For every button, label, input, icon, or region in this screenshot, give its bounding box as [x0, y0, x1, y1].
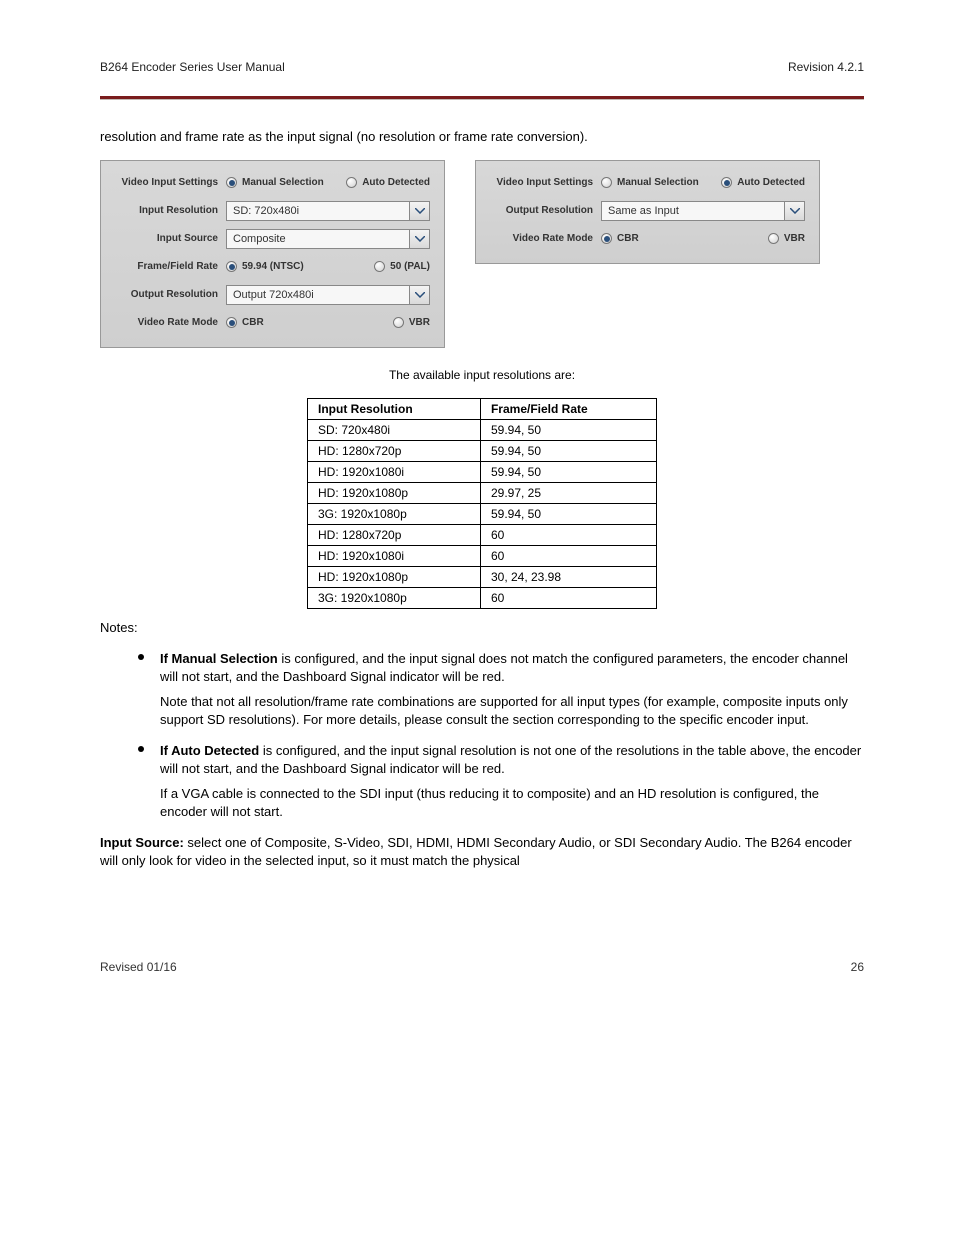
- table-cell: 60: [480, 545, 656, 566]
- auto-detected-panel: Video Input Settings Manual Selection Au…: [475, 160, 820, 264]
- settings-panels-row: Video Input Settings Manual Selection Au…: [100, 160, 864, 348]
- list-item: If Manual Selection is configured, and t…: [134, 650, 864, 728]
- notes-label: Notes:: [100, 619, 864, 637]
- vbr-radio[interactable]: VBR: [768, 233, 805, 244]
- table-row: 3G: 1920x1080p59.94, 50: [308, 503, 657, 524]
- footer-date: Revised 01/16: [100, 960, 177, 974]
- video-input-settings-label: Video Input Settings: [486, 177, 601, 188]
- chevron-down-icon[interactable]: [410, 229, 430, 249]
- table-row: HD: 1280x720p59.94, 50: [308, 440, 657, 461]
- table-cell: HD: 1920x1080i: [308, 545, 481, 566]
- note-auto-extra: If a VGA cable is connected to the SDI i…: [160, 786, 819, 819]
- chevron-down-icon[interactable]: [410, 285, 430, 305]
- radio-selected-icon: [226, 317, 237, 328]
- col-input-resolution: Input Resolution: [308, 398, 481, 419]
- radio-icon: [768, 233, 779, 244]
- radio-selected-icon: [226, 261, 237, 272]
- table-cell: 60: [480, 587, 656, 608]
- chevron-down-icon[interactable]: [785, 201, 805, 221]
- input-resolutions-table: Input Resolution Frame/Field Rate SD: 72…: [307, 398, 657, 609]
- cbr-radio[interactable]: CBR: [226, 317, 264, 328]
- table-row: HD: 1920x1080p29.97, 25: [308, 482, 657, 503]
- table-cell: HD: 1280x720p: [308, 524, 481, 545]
- list-item: If Auto Detected is configured, and the …: [134, 742, 864, 820]
- col-frame-field-rate: Frame/Field Rate: [480, 398, 656, 419]
- output-resolution-select[interactable]: Same as Input: [601, 201, 785, 221]
- input-source-label: Input Source: [111, 233, 226, 244]
- manual-selection-radio[interactable]: Manual Selection: [601, 177, 699, 188]
- radio-selected-icon: [226, 177, 237, 188]
- table-cell: HD: 1920x1080p: [308, 566, 481, 587]
- radio-selected-icon: [721, 177, 732, 188]
- table-row: 3G: 1920x1080p60: [308, 587, 657, 608]
- radio-icon: [393, 317, 404, 328]
- table-cell: 59.94, 50: [480, 440, 656, 461]
- vbr-radio[interactable]: VBR: [393, 317, 430, 328]
- table-cell: HD: 1920x1080i: [308, 461, 481, 482]
- radio-icon: [346, 177, 357, 188]
- frame-field-rate-label: Frame/Field Rate: [111, 261, 226, 272]
- header-divider: [100, 96, 864, 100]
- table-cell: 3G: 1920x1080p: [308, 587, 481, 608]
- table-cell: 29.97, 25: [480, 482, 656, 503]
- table-cell: 59.94, 50: [480, 503, 656, 524]
- table-row: HD: 1280x720p60: [308, 524, 657, 545]
- note-manual-extra: Note that not all resolution/frame rate …: [160, 694, 848, 727]
- manual-selection-radio[interactable]: Manual Selection: [226, 177, 324, 188]
- note-auto-detected: If Auto Detected is configured, and the …: [160, 743, 861, 776]
- video-input-settings-label: Video Input Settings: [111, 177, 226, 188]
- notes-list: If Manual Selection is configured, and t…: [134, 650, 864, 820]
- table-cell: 3G: 1920x1080p: [308, 503, 481, 524]
- ntsc-radio[interactable]: 59.94 (NTSC): [226, 261, 304, 272]
- input-source-paragraph: Input Source: select one of Composite, S…: [100, 834, 864, 869]
- table-cell: 59.94, 50: [480, 461, 656, 482]
- table-caption: The available input resolutions are:: [100, 368, 864, 382]
- output-resolution-label: Output Resolution: [111, 289, 226, 300]
- chevron-down-icon[interactable]: [410, 201, 430, 221]
- radio-icon: [601, 177, 612, 188]
- output-resolution-select[interactable]: Output 720x480i: [226, 285, 410, 305]
- intro-paragraph: resolution and frame rate as the input s…: [100, 128, 864, 146]
- table-row: SD: 720x480i59.94, 50: [308, 419, 657, 440]
- input-resolution-select[interactable]: SD: 720x480i: [226, 201, 410, 221]
- radio-icon: [374, 261, 385, 272]
- table-cell: HD: 1920x1080p: [308, 482, 481, 503]
- cbr-radio[interactable]: CBR: [601, 233, 639, 244]
- input-resolution-label: Input Resolution: [111, 205, 226, 216]
- doc-revision: Revision 4.2.1: [788, 60, 864, 74]
- note-manual-selection: If Manual Selection is configured, and t…: [160, 651, 848, 684]
- table-cell: 30, 24, 23.98: [480, 566, 656, 587]
- video-rate-mode-label: Video Rate Mode: [111, 317, 226, 328]
- output-resolution-label: Output Resolution: [486, 205, 601, 216]
- manual-selection-panel: Video Input Settings Manual Selection Au…: [100, 160, 445, 348]
- table-row: HD: 1920x1080i59.94, 50: [308, 461, 657, 482]
- table-cell: 60: [480, 524, 656, 545]
- auto-detected-radio[interactable]: Auto Detected: [721, 177, 805, 188]
- page-number: 26: [851, 960, 864, 974]
- table-row: HD: 1920x1080i60: [308, 545, 657, 566]
- table-cell: 59.94, 50: [480, 419, 656, 440]
- video-rate-mode-label: Video Rate Mode: [486, 233, 601, 244]
- pal-radio[interactable]: 50 (PAL): [374, 261, 430, 272]
- radio-selected-icon: [601, 233, 612, 244]
- table-cell: SD: 720x480i: [308, 419, 481, 440]
- table-cell: HD: 1280x720p: [308, 440, 481, 461]
- auto-detected-radio[interactable]: Auto Detected: [346, 177, 430, 188]
- input-source-select[interactable]: Composite: [226, 229, 410, 249]
- doc-title: B264 Encoder Series User Manual: [100, 60, 285, 74]
- table-row: HD: 1920x1080p30, 24, 23.98: [308, 566, 657, 587]
